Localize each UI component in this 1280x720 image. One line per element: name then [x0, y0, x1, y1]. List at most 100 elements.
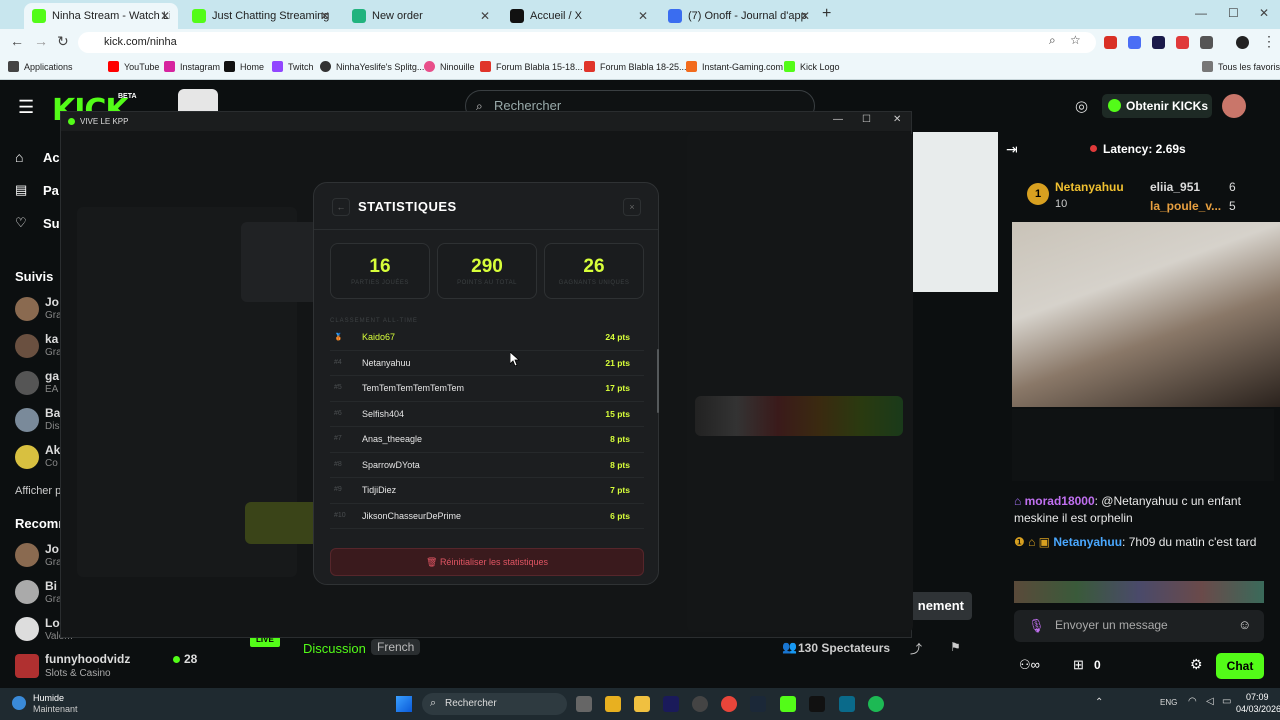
weather-icon[interactable] — [12, 696, 26, 710]
bookmark-home[interactable]: Home — [224, 61, 264, 72]
nav-home[interactable]: Ac — [43, 150, 60, 165]
spotify-icon[interactable] — [868, 696, 884, 712]
close-icon[interactable]: ✕ — [320, 9, 330, 23]
bookmark-star-icon[interactable]: ☆ — [1070, 33, 1081, 47]
url-field[interactable]: kick.com/ninha — [78, 32, 1096, 53]
tab-new-order[interactable]: New order ✕ — [344, 3, 498, 29]
premiere-icon[interactable] — [663, 696, 679, 712]
avatar[interactable] — [15, 654, 39, 678]
close-icon[interactable]: ✕ — [800, 9, 810, 23]
volume-icon[interactable]: ◁ — [1206, 696, 1214, 707]
avatar[interactable] — [15, 580, 39, 604]
share-icon[interactable]: ⤴ — [910, 640, 922, 657]
emoji-icon[interactable]: ☺ — [1238, 617, 1251, 632]
app-icon[interactable] — [839, 696, 855, 712]
maximize-icon[interactable]: ☐ — [1228, 6, 1239, 20]
bookmark-ninouille[interactable]: Ninouille — [424, 61, 475, 72]
extension-icon[interactable] — [1176, 36, 1189, 49]
avatar[interactable] — [15, 371, 39, 395]
extension-icon[interactable] — [1152, 36, 1165, 49]
recommended-name[interactable]: Bi — [45, 579, 57, 593]
tab-just-chatting[interactable]: Just Chatting Streaming - Live S ✕ — [184, 3, 338, 29]
chat-send-button[interactable]: Chat — [1216, 653, 1264, 679]
bookmark-kick-logo[interactable]: Kick Logo — [784, 61, 840, 72]
streamer-name[interactable]: funnyhoodvidz — [45, 652, 130, 666]
follow-name[interactable]: Ak — [45, 443, 60, 457]
get-kicks-button[interactable]: Obtenir KICKs — [1102, 94, 1212, 118]
reset-stats-button[interactable]: 🗑 Réinitialiser les statistiques — [330, 548, 644, 576]
extension-icon[interactable] — [1104, 36, 1117, 49]
tab-ninha-stream[interactable]: Ninha Stream - Watch Live on K ✕ — [24, 3, 178, 29]
emote-strip[interactable] — [1014, 581, 1264, 603]
show-more-link[interactable]: Afficher p — [15, 485, 61, 497]
tiktok-icon[interactable] — [809, 696, 825, 712]
file-explorer-icon[interactable] — [634, 696, 650, 712]
close-icon[interactable]: ✕ — [160, 9, 170, 23]
back-button[interactable]: ← — [332, 198, 350, 216]
gear-icon[interactable]: ⚙ — [1190, 656, 1203, 673]
tab-onoff[interactable]: (7) Onoff - Journal d'appel ✕ — [660, 3, 818, 29]
follow-name[interactable]: ga — [45, 369, 59, 383]
bookmark-instant-gaming[interactable]: Instant-Gaming.com — [686, 61, 783, 72]
browse-icon[interactable]: ▤ — [15, 182, 27, 198]
wifi-icon[interactable]: ◠ — [1188, 696, 1197, 707]
steam-icon[interactable] — [750, 696, 766, 712]
task-view-icon[interactable] — [576, 696, 592, 712]
leader-name[interactable]: eliia_951 — [1150, 180, 1200, 194]
tab-x-home[interactable]: Accueil / X ✕ — [502, 3, 656, 29]
all-bookmarks[interactable]: Tous les favoris — [1202, 61, 1280, 72]
avatar[interactable] — [15, 297, 39, 321]
maximize-icon[interactable]: ☐ — [862, 114, 871, 125]
bookmark-applications[interactable]: Applications — [8, 61, 73, 72]
close-window-icon[interactable]: ✕ — [1259, 6, 1269, 20]
tray-chevron-icon[interactable]: ⌃ — [1095, 697, 1103, 708]
category-link[interactable]: Discussion — [303, 641, 366, 656]
gift-sub-icon[interactable]: ⚑ — [950, 640, 961, 654]
windows-start-icon[interactable] — [396, 696, 412, 712]
user-avatar[interactable] — [1222, 94, 1246, 118]
forward-icon[interactable]: → — [34, 33, 48, 49]
avatar[interactable] — [15, 617, 39, 641]
nav-following[interactable]: Su — [43, 216, 60, 231]
reload-icon[interactable]: ↻ — [57, 33, 69, 50]
language-indicator[interactable]: ENG — [1160, 698, 1177, 707]
close-button[interactable]: × — [623, 198, 641, 216]
subscribe-button[interactable]: nement — [906, 592, 972, 620]
follow-name[interactable]: Jo — [45, 295, 59, 309]
collapse-chat-icon[interactable]: ⇥ — [1006, 141, 1018, 158]
battery-icon[interactable]: ▭ — [1222, 696, 1231, 707]
channel-points-icon[interactable]: ⚇∞ — [1019, 657, 1040, 673]
follow-name[interactable]: ka — [45, 332, 58, 346]
widgets-icon[interactable] — [605, 696, 621, 712]
extension-icon[interactable] — [1128, 36, 1141, 49]
clock-time[interactable]: 07:09 — [1246, 692, 1269, 702]
language-tag[interactable]: French — [371, 639, 421, 655]
close-icon[interactable]: ✕ — [638, 9, 648, 23]
minimize-icon[interactable]: — — [833, 114, 843, 125]
avatar[interactable] — [15, 334, 39, 358]
bookmark-splitgate[interactable]: NinhaYeslife's Splitg... — [320, 61, 424, 72]
leaderboard-list[interactable]: 🥉 Kaido67 24 pts #4 Netanyahuu 21 pts #5… — [330, 325, 644, 540]
avatar[interactable] — [15, 445, 39, 469]
zoom-icon[interactable]: ⌕ — [1049, 33, 1056, 48]
minimize-icon[interactable]: — — [1195, 6, 1207, 20]
clock-date[interactable]: 04/03/2026 — [1236, 704, 1280, 714]
close-icon[interactable]: ✕ — [480, 9, 490, 23]
recommended-name[interactable]: Jo — [45, 542, 59, 556]
chrome-icon[interactable] — [721, 696, 737, 712]
obs-icon[interactable] — [692, 696, 708, 712]
heart-icon[interactable]: ♡ — [15, 215, 27, 231]
home-icon[interactable]: ⌂ — [15, 149, 23, 165]
follow-name[interactable]: Ba — [45, 406, 60, 420]
taskbar-search[interactable]: ⌕ Rechercher — [422, 693, 567, 715]
avatar[interactable] — [15, 408, 39, 432]
nav-browse[interactable]: Pa — [43, 183, 59, 198]
recommended-name[interactable]: Lo — [45, 616, 60, 630]
bookmark-youtube[interactable]: YouTube — [108, 61, 159, 72]
scrollbar[interactable] — [657, 349, 659, 413]
new-tab-icon[interactable]: + — [822, 5, 831, 23]
profile-avatar[interactable] — [1236, 36, 1249, 49]
bookmark-forum-18-25[interactable]: Forum Blabla 18-25... — [584, 61, 687, 72]
leader-name[interactable]: la_poule_v... — [1150, 199, 1221, 213]
chat-input[interactable]: 🎙 Envoyer un message ☺ — [1014, 610, 1264, 642]
